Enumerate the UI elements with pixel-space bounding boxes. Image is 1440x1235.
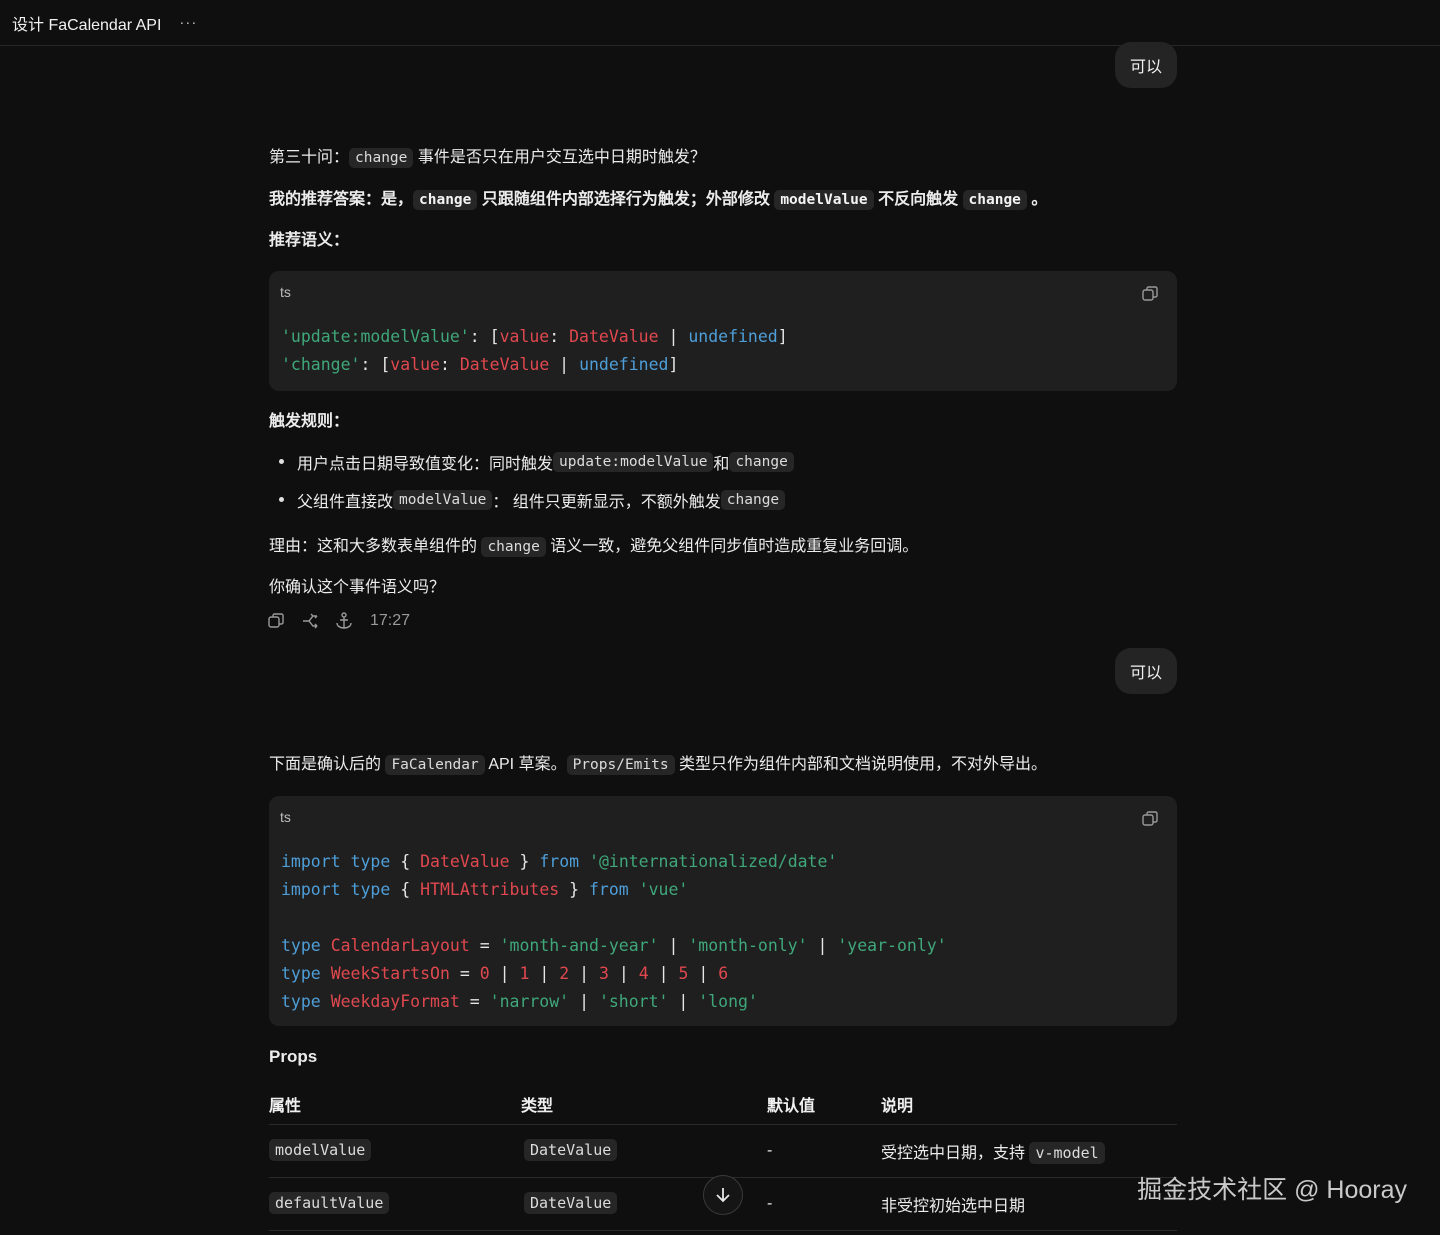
user-message-bubble: 可以: [1114, 648, 1177, 694]
inline-code: change: [349, 148, 414, 168]
table-header-row: 属性 类型 默认值 说明: [269, 1084, 1177, 1125]
rule-text: 用户点击日期导致值变化：同时触发: [297, 456, 554, 473]
inline-code: update:modelValue: [553, 452, 714, 472]
semantics-label-text: 推荐语义：: [269, 232, 350, 249]
answer-prefix: 我的推荐答案：是，: [269, 191, 414, 208]
default-cell: -: [767, 1177, 881, 1231]
type-cell: DateValue: [521, 1124, 767, 1178]
desc-cell: 非受控初始选中日期: [881, 1177, 1177, 1231]
rules-label-text: 触发规则：: [269, 413, 350, 430]
desc-cell: 受控选中日期，支持 v-model: [881, 1124, 1177, 1178]
code-block: ts 'update:modelValue': [value: DateValu…: [269, 271, 1177, 391]
rules-label: 触发规则：: [269, 411, 349, 433]
more-options-icon[interactable]: ···: [179, 14, 197, 31]
inline-code: modelValue: [774, 190, 874, 210]
anchor-icon[interactable]: [334, 611, 354, 631]
inline-code: modelValue: [393, 490, 493, 510]
question-line: 第三十问： change 事件是否只在用户交互选中日期时触发？: [269, 147, 706, 169]
branch-icon[interactable]: [300, 611, 320, 631]
inline-code: change: [413, 190, 478, 210]
bullet: [279, 497, 284, 502]
code-content: import type { DateValue } from '@interna…: [281, 852, 947, 1011]
question-prefix: 第三十问：: [269, 149, 350, 166]
table-row: modelValue DateValue - 受控选中日期，支持 v-model: [269, 1124, 1177, 1178]
inline-code: defaultValue: [269, 1192, 390, 1214]
inline-code: modelValue: [269, 1139, 372, 1161]
code-block: ts import type { DateValue } from '@inte…: [269, 796, 1177, 1026]
table-header: 类型: [521, 1084, 767, 1125]
rule-text: 父组件直接改: [297, 494, 394, 511]
inline-code: change: [720, 490, 786, 510]
intro-line: 下面是确认后的 FaCalendar API 草案。 Props/Emits 类型…: [269, 754, 1047, 776]
inline-code: FaCalendar: [385, 755, 485, 775]
user-message-bubble: 可以: [1114, 42, 1177, 88]
prop-cell: modelValue: [269, 1124, 521, 1178]
code-language-label: ts: [280, 809, 291, 825]
inline-code: change: [481, 537, 546, 557]
bullet: [279, 459, 284, 464]
answer-line: 我的推荐答案：是， change 只跟随组件内部选择行为触发；外部修改 model…: [269, 189, 1047, 211]
semantics-label: 推荐语义：: [269, 230, 349, 252]
intro-text: 类型只作为组件内部和文档说明使用，不对外导出。: [674, 756, 1048, 773]
table-header: 默认值: [767, 1084, 881, 1125]
code-content: 'update:modelValue': [value: DateValue |…: [281, 327, 788, 374]
message-actions: 17:27: [266, 610, 410, 632]
inline-code: DateValue: [524, 1139, 618, 1161]
list-item: 父组件直接改 modelValue： 组件只更新显示，不额外触发 change: [269, 481, 794, 519]
watermark: 掘金技术社区 @ Hooray: [1137, 1176, 1407, 1204]
intro-text: 下面是确认后的: [269, 756, 386, 773]
list-item: 用户点击日期导致值变化：同时触发 update:modelValue 和 cha…: [269, 443, 794, 481]
inline-code: change: [962, 190, 1027, 210]
message-timestamp: 17:27: [370, 612, 411, 629]
prop-cell: defaultValue: [269, 1177, 521, 1231]
rule-text: ： 组件只更新显示，不额外触发: [492, 494, 721, 511]
code-language-label: ts: [280, 284, 291, 300]
copy-icon[interactable]: [1141, 285, 1159, 303]
intro-text: API 草案。: [484, 756, 567, 773]
reason-text: 语义一致，避免父组件同步值时造成重复业务回调。: [545, 538, 919, 555]
inline-code: change: [729, 452, 794, 472]
copy-icon[interactable]: [1141, 810, 1159, 828]
default-cell: -: [767, 1124, 881, 1178]
answer-text: 只跟随组件内部选择行为触发；外部修改: [477, 191, 775, 208]
reason-line: 理由：这和大多数表单组件的 change 语义一致，避免父组件同步值时造成重复业…: [269, 536, 918, 558]
question-suffix: 事件是否只在用户交互选中日期时触发？: [413, 149, 706, 166]
scroll-to-bottom-button[interactable]: [703, 1175, 743, 1215]
arrow-down-icon: [716, 1188, 730, 1203]
copy-icon[interactable]: [266, 611, 286, 631]
rules-list: 用户点击日期导致值变化：同时触发 update:modelValue 和 cha…: [269, 443, 794, 519]
table-header: 说明: [881, 1084, 1177, 1125]
answer-text: 不反向触发: [873, 191, 963, 208]
answer-suffix: 。: [1026, 191, 1048, 208]
table-header: 属性: [269, 1084, 521, 1125]
inline-code: DateValue: [524, 1192, 618, 1214]
rule-text: 和: [713, 456, 730, 473]
conversation-title: 设计 FaCalendar API: [12, 16, 162, 34]
inline-code: v-model: [1029, 1141, 1105, 1164]
confirm-question: 你确认这个事件语义吗？: [269, 579, 446, 596]
desc-text: 受控选中日期，支持: [881, 1144, 1030, 1162]
reason-text: 理由：这和大多数表单组件的: [269, 538, 482, 555]
props-heading: Props: [269, 1047, 318, 1066]
inline-code: Props/Emits: [566, 755, 675, 775]
top-bar: 设计 FaCalendar API ···: [0, 0, 1440, 46]
